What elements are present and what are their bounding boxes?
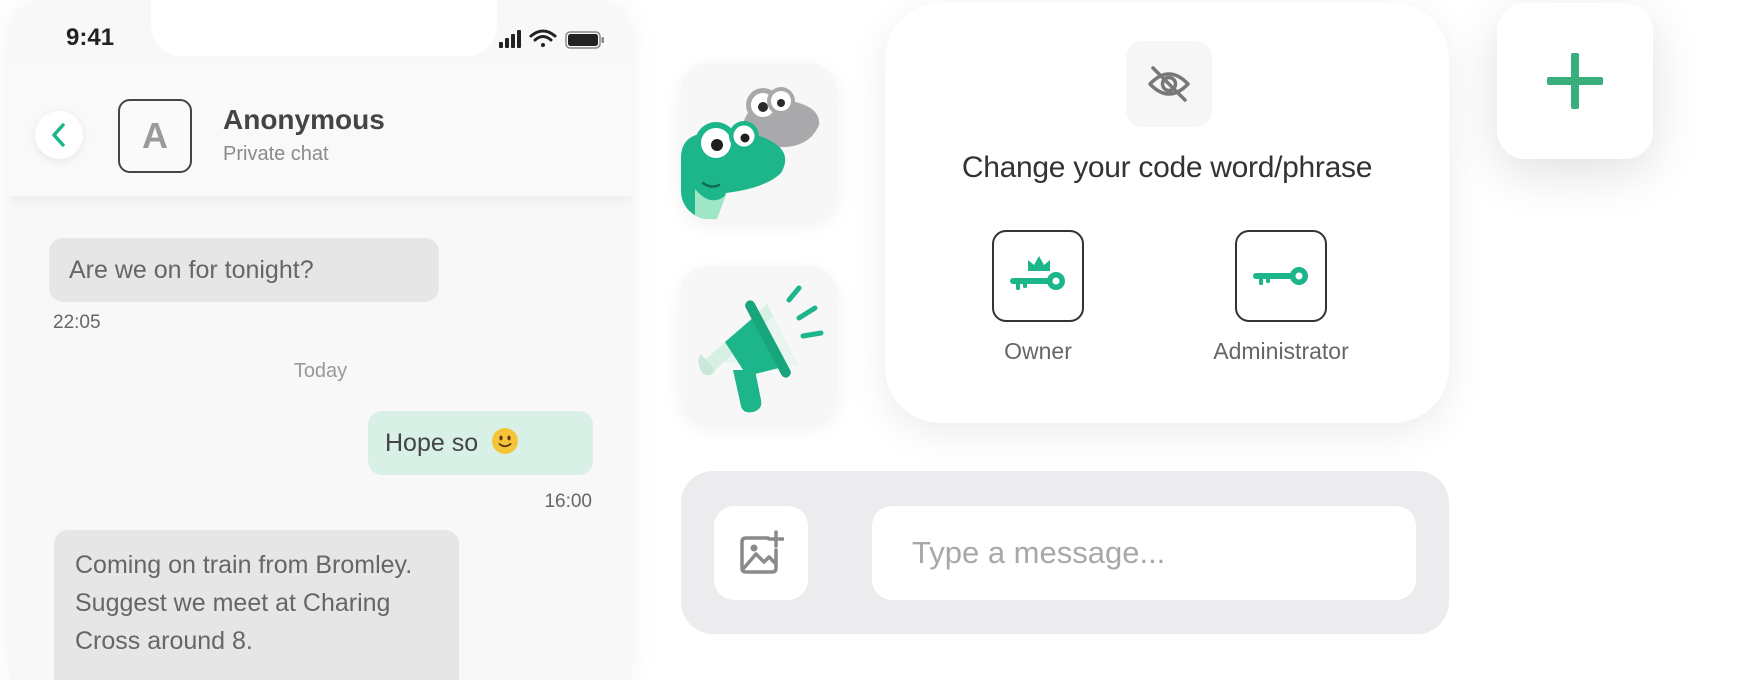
chat-subtitle: Private chat [223,143,329,165]
administrator-role-button[interactable] [1235,230,1327,322]
message-text: Coming on train from Bromley. Suggest we… [75,551,413,655]
message-text: Are we on for tonight? [69,256,314,284]
key-icon [1253,267,1308,285]
message-text: Hope so [385,429,479,457]
message-time: 22:05 [53,312,101,333]
code-word-card: Change your code word/phrase Owner Admin… [885,3,1449,423]
owner-role-button[interactable] [992,230,1084,322]
slightly-smiling-face-icon [492,428,519,454]
frog-mascot-icon [681,87,820,219]
chat-header: A Anonymous Private chat [9,60,632,196]
add-button[interactable] [1497,3,1653,159]
message-input[interactable] [872,506,1416,600]
megaphone-app-icon[interactable] [681,266,837,422]
battery-icon [565,31,604,49]
wifi-icon [529,29,557,47]
signal-icon [499,30,521,48]
owner-role-label: Owner [1004,338,1072,364]
administrator-role-label: Administrator [1213,338,1349,364]
message-bubble-outgoing[interactable]: Hope so [368,411,593,475]
status-icons [499,29,604,49]
status-time: 9:41 [66,24,115,51]
message-bubble-incoming[interactable]: Are we on for tonight? [49,238,439,302]
frog-app-icon[interactable] [681,63,837,219]
eye-off-icon [1148,66,1190,102]
day-separator: Today [293,360,348,382]
add-image-icon [740,530,784,574]
chat-phone-screen: 9:41 A Anonymous Private chat Are we on … [9,0,632,680]
plus-icon [1547,53,1603,109]
back-button[interactable] [35,111,83,159]
chat-name: Anonymous [223,104,385,135]
status-bar: 9:41 [9,0,632,60]
code-card-title: Change your code word/phrase [961,151,1373,184]
attach-image-button[interactable] [714,506,808,600]
visibility-toggle[interactable] [1126,41,1212,127]
message-bubble-incoming[interactable]: Coming on train from Bromley. Suggest we… [54,530,459,680]
crowned-key-icon [1010,256,1065,290]
megaphone-icon [698,285,824,413]
message-time: 16:00 [544,491,592,512]
message-composer [681,471,1449,634]
avatar[interactable]: A [118,99,192,173]
chevron-left-icon [52,123,65,147]
phone-notch [151,0,497,56]
